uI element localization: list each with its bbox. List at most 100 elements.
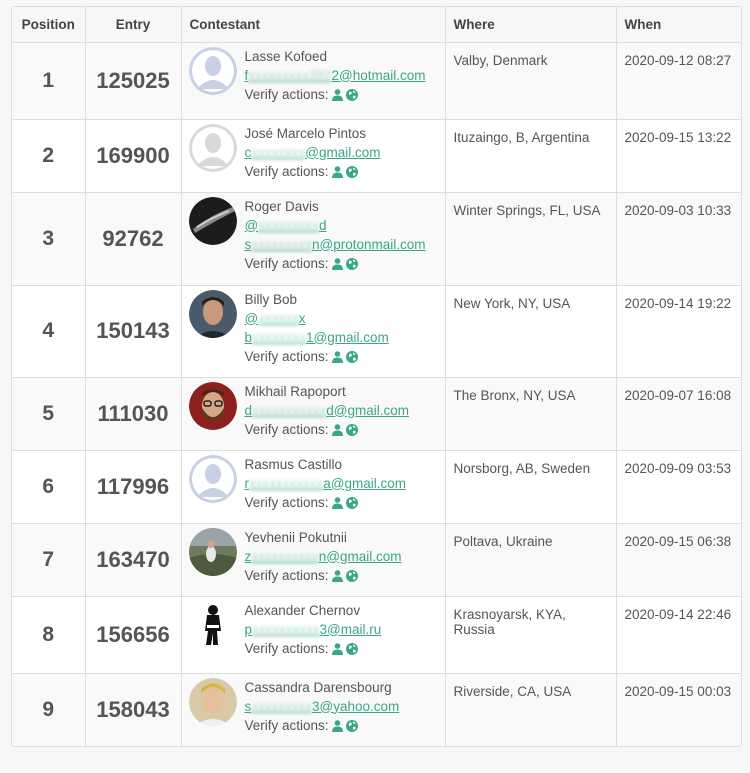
position-cell: 2	[12, 119, 86, 193]
user-verify-icon[interactable]	[329, 256, 343, 271]
table-header-row: Position Entry Contestant Where When	[12, 7, 741, 43]
contestant-cell: Lasse Kofoed fxxxxxxxxx3822@hotmail.com Ve…	[181, 42, 446, 120]
contestant-name: Rasmus Castillo	[244, 456, 343, 472]
avatar	[188, 454, 237, 503]
contestant-link[interactable]: @xxxxxxxxxd	[245, 218, 327, 233]
globe-verify-icon[interactable]	[343, 495, 358, 510]
position-cell: 6	[12, 450, 86, 524]
verify-actions-label: Verify actions:	[244, 163, 329, 179]
avatar	[188, 381, 237, 430]
where-cell: New York, NY, USA	[445, 285, 617, 378]
header-contestant: Contestant	[181, 7, 446, 43]
avatar	[188, 196, 237, 245]
header-entry: Entry	[85, 7, 182, 43]
contestant-name: Alexander Chernov	[244, 602, 361, 618]
contestant-link[interactable]: sxxxxxxxxx3@yahoo.com	[245, 699, 400, 714]
contestant-link[interactable]: zxxxxxxxxxxn@gmail.com	[245, 549, 402, 564]
user-verify-icon[interactable]	[329, 87, 343, 102]
contestant-name: Yevhenii Pokutnii	[244, 529, 347, 545]
user-verify-icon[interactable]	[329, 641, 343, 656]
when-cell: 2020-09-15 13:22	[616, 119, 741, 193]
entry-cell: 156656	[85, 596, 182, 674]
entry-cell: 150143	[85, 285, 182, 378]
header-when: When	[616, 7, 741, 43]
avatar	[188, 289, 237, 338]
where-cell: Winter Springs, FL, USA	[445, 192, 617, 286]
header-position: Position	[12, 7, 86, 43]
entry-cell: 158043	[85, 673, 182, 746]
verify-actions-label: Verify actions:	[244, 348, 329, 364]
when-cell: 2020-09-07 16:08	[616, 377, 741, 451]
avatar	[188, 123, 237, 172]
avatar	[188, 600, 237, 649]
contestant-cell: José Marcelo Pintos cxxxxxxxx@gmail.com Ve…	[181, 119, 446, 193]
entry-cell: 169900	[85, 119, 182, 193]
globe-verify-icon[interactable]	[343, 87, 358, 102]
entry-cell: 125025	[85, 42, 182, 120]
contestant-name: Roger Davis	[244, 198, 319, 214]
contestant-link[interactable]: pxxxxxxxxxx3@mail.ru	[245, 622, 382, 637]
contestant-link[interactable]: rxxxxxxxxxxxa@gmail.com	[245, 476, 406, 491]
entry-cell: 111030	[85, 377, 182, 451]
where-cell: Poltava, Ukraine	[445, 523, 617, 597]
contestant-link[interactable]: @xxxxxxx	[245, 311, 306, 326]
contestant-link[interactable]: fxxxxxxxxx3822@hotmail.com	[245, 68, 426, 83]
position-cell: 1	[12, 42, 86, 120]
verify-actions-label: Verify actions:	[244, 421, 329, 437]
table-row: 5 111030 Mikhail Rapoport dxxxxxxxxxxxd@gma…	[12, 377, 741, 451]
position-cell: 7	[12, 523, 86, 597]
globe-verify-icon[interactable]	[343, 568, 358, 583]
globe-verify-icon[interactable]	[343, 256, 358, 271]
entry-cell: 92762	[85, 192, 182, 286]
globe-verify-icon[interactable]	[343, 641, 358, 656]
when-cell: 2020-09-14 22:46	[616, 596, 741, 674]
contestant-link[interactable]: sxxxxxxxxxn@protonmail.com	[245, 237, 426, 252]
user-verify-icon[interactable]	[329, 422, 343, 437]
avatar	[188, 46, 237, 95]
contestant-link[interactable]: dxxxxxxxxxxxd@gmail.com	[245, 403, 410, 418]
user-verify-icon[interactable]	[329, 568, 343, 583]
user-verify-icon[interactable]	[329, 495, 343, 510]
globe-verify-icon[interactable]	[343, 422, 358, 437]
verify-actions-label: Verify actions:	[244, 255, 329, 271]
verify-actions-label: Verify actions:	[244, 494, 329, 510]
contestant-cell: Mikhail Rapoport dxxxxxxxxxxxd@gmail.com V…	[181, 377, 446, 451]
contestant-link[interactable]: bxxxxxxxx1@gmail.com	[245, 330, 389, 345]
avatar	[188, 527, 237, 576]
contestant-cell: Billy Bob @xxxxxxx bxxxxxxxx1@gmail.com Ver…	[181, 285, 446, 378]
when-cell: 2020-09-09 03:53	[616, 450, 741, 524]
table-row: 8 156656 Alexander Chernov pxxxxxxxxxx3@mai…	[12, 596, 741, 674]
table-row: 9 158043 Cassandra Darensbourg sxxxxxxxxx3@…	[12, 673, 741, 746]
position-cell: 8	[12, 596, 86, 674]
contestant-cell: Rasmus Castillo rxxxxxxxxxxxa@gmail.com Ve…	[181, 450, 446, 524]
globe-verify-icon[interactable]	[343, 718, 358, 733]
globe-verify-icon[interactable]	[343, 349, 358, 364]
table-row: 4 150143 Billy Bob @xxxxxxx bxxxxxxxx1@gmail…	[12, 285, 741, 378]
position-cell: 5	[12, 377, 86, 451]
position-cell: 3	[12, 192, 86, 286]
verify-actions-label: Verify actions:	[244, 86, 329, 102]
where-cell: Valby, Denmark	[445, 42, 617, 120]
table-row: 7 163470 Yevhenii Pokutnii zxxxxxxxxxxn@gma…	[12, 523, 741, 597]
contestant-cell: Yevhenii Pokutnii zxxxxxxxxxxn@gmail.com V…	[181, 523, 446, 597]
contestant-link[interactable]: cxxxxxxxx@gmail.com	[245, 145, 381, 160]
verify-actions-label: Verify actions:	[244, 717, 329, 733]
user-verify-icon[interactable]	[329, 349, 343, 364]
contestant-name: Mikhail Rapoport	[244, 383, 346, 399]
table-row: 2 169900 José Marcelo Pintos cxxxxxxxx@gmai…	[12, 119, 741, 193]
user-verify-icon[interactable]	[329, 164, 343, 179]
leaderboard-panel: Position Entry Contestant Where When 1 12…	[11, 6, 742, 747]
contestant-name: José Marcelo Pintos	[244, 125, 367, 141]
contestant-name: Cassandra Darensbourg	[244, 679, 392, 695]
where-cell: Krasnoyarsk, KYA, Russia	[445, 596, 617, 674]
leaderboard-table: Position Entry Contestant Where When 1 12…	[12, 7, 741, 746]
contestant-name: Lasse Kofoed	[244, 48, 328, 64]
user-verify-icon[interactable]	[329, 718, 343, 733]
where-cell: Norsborg, AB, Sweden	[445, 450, 617, 524]
entry-cell: 163470	[85, 523, 182, 597]
where-cell: The Bronx, NY, USA	[445, 377, 617, 451]
verify-actions-label: Verify actions:	[244, 640, 329, 656]
globe-verify-icon[interactable]	[343, 164, 358, 179]
when-cell: 2020-09-12 08:27	[616, 42, 741, 120]
where-cell: Riverside, CA, USA	[445, 673, 617, 746]
